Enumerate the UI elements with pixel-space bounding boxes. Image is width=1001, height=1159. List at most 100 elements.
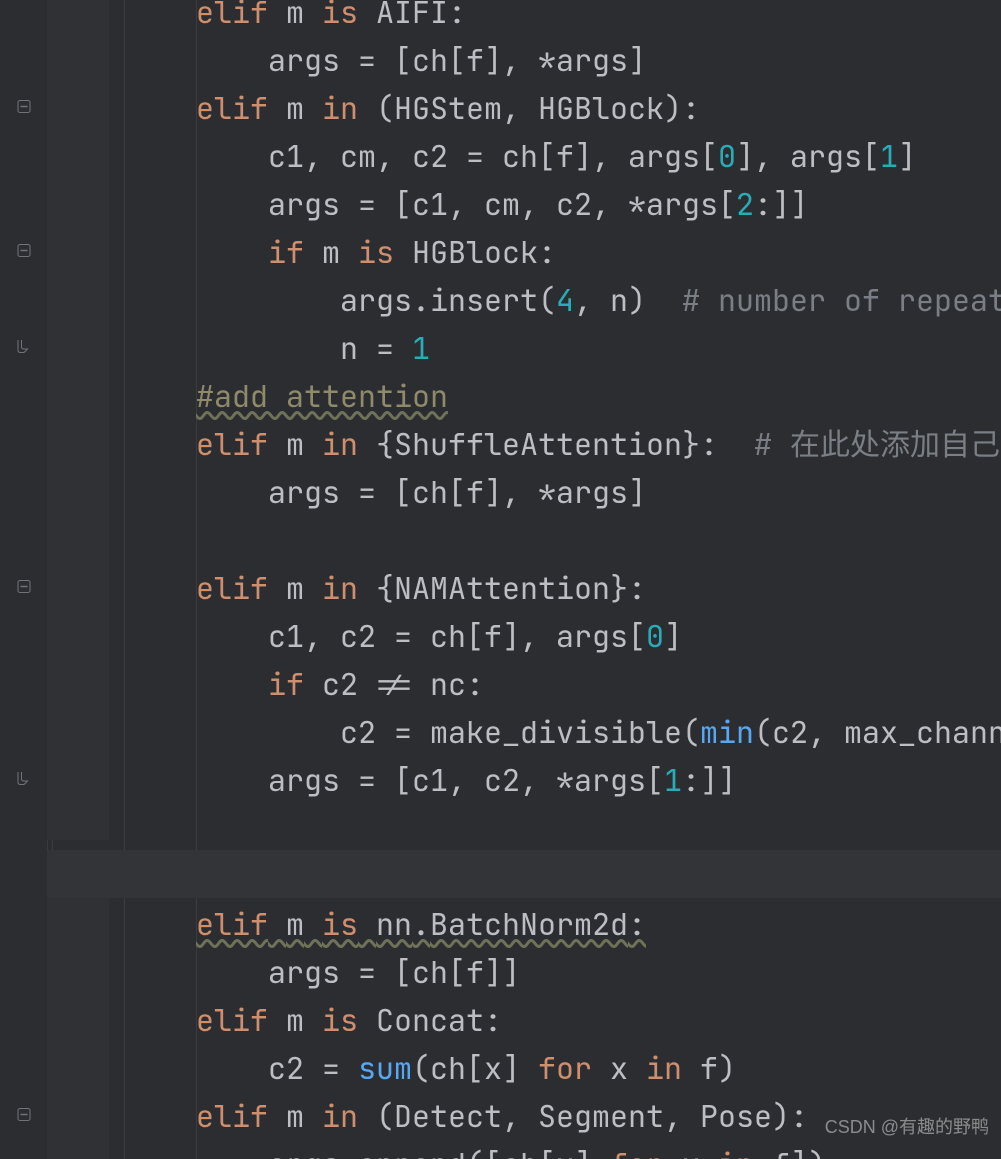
code-token: elif <box>196 904 268 944</box>
code-token: if <box>268 232 304 272</box>
code-line[interactable]: args = [c1, cm, c2, *args[2:]] <box>268 180 808 228</box>
code-line[interactable]: if c2 != nc: <box>268 660 484 708</box>
code-token: c2 <box>268 1048 304 1088</box>
code-line[interactable]: elif m is Concat: <box>196 996 502 1044</box>
code-token: m <box>286 88 304 128</box>
code-line[interactable]: if m is HGBlock: <box>268 228 556 276</box>
code-token: nn <box>376 904 412 944</box>
code-token: , <box>520 184 538 224</box>
code-token: : <box>538 232 556 272</box>
code-token <box>304 0 322 32</box>
code-token: f <box>466 472 484 512</box>
code-token: in <box>322 568 358 608</box>
fold-end-icon[interactable] <box>17 772 30 785</box>
code-token: c2 <box>556 184 592 224</box>
code-token: BatchNorm2d <box>430 904 628 944</box>
code-line[interactable]: args = [ch[f]] <box>268 948 520 996</box>
code-token <box>610 136 628 176</box>
code-token: , <box>808 712 826 752</box>
code-token <box>772 136 790 176</box>
code-token: : <box>466 664 484 704</box>
code-token <box>376 472 394 512</box>
code-token: = <box>466 136 484 176</box>
code-token: insert <box>430 280 538 320</box>
code-token <box>268 0 286 32</box>
code-token: elif <box>196 568 268 608</box>
code-line[interactable]: elif m in {NAMAttention}: <box>196 564 646 612</box>
code-token <box>646 280 682 320</box>
code-token: = <box>394 616 412 656</box>
code-token: . <box>412 280 430 320</box>
code-token: ( <box>538 280 556 320</box>
code-token <box>484 136 502 176</box>
code-token: = <box>358 40 376 80</box>
code-line[interactable]: args.append([ch[x] for x in f]) <box>268 1140 826 1159</box>
code-token: m <box>286 1096 304 1136</box>
code-line[interactable]: n = 1 <box>340 324 430 372</box>
code-line[interactable]: elif m in {ShuffleAttention}: # 在此处添加自己 <box>196 420 1000 468</box>
code-token: [ <box>718 184 736 224</box>
code-token: ] <box>574 136 592 176</box>
code-token <box>826 712 844 752</box>
code-line[interactable]: #add attention <box>196 372 448 420</box>
code-token: [ <box>862 136 880 176</box>
code-token: [ <box>394 472 412 512</box>
code-token: ) <box>772 1096 790 1136</box>
code-token: ch <box>412 472 448 512</box>
code-line[interactable]: elif m is AIFI: <box>196 0 466 36</box>
code-token <box>358 568 376 608</box>
code-line[interactable]: args = [ch[f], *args] <box>268 36 646 84</box>
code-line[interactable]: elif m in (Detect, Segment, Pose): <box>196 1092 808 1140</box>
fold-collapse-icon[interactable] <box>17 580 30 593</box>
code-token <box>322 616 340 656</box>
code-token: [ <box>646 760 664 800</box>
code-token: 1 <box>664 760 682 800</box>
fold-collapse-icon[interactable] <box>17 1108 30 1121</box>
code-token: f <box>466 40 484 80</box>
code-token <box>340 472 358 512</box>
code-token: args <box>628 136 700 176</box>
code-token <box>376 712 394 752</box>
code-token: max_chann <box>844 712 1001 752</box>
code-line[interactable]: c2 = sum(ch[x] for x in f) <box>268 1044 736 1092</box>
code-token: ch <box>502 136 538 176</box>
code-area[interactable]: elif m is AIFI:args = [ch[f], *args]elif… <box>48 0 1001 1159</box>
code-line[interactable]: args = [c1, c2, *args[1:]] <box>268 756 736 804</box>
code-token: ] <box>574 1144 592 1159</box>
code-token <box>412 616 430 656</box>
indent-guide <box>124 0 125 1159</box>
code-token: [ <box>394 760 412 800</box>
code-token: cm <box>340 136 376 176</box>
code-token: m <box>286 1000 304 1040</box>
fold-end-icon[interactable] <box>17 340 30 353</box>
code-token: args <box>268 952 340 992</box>
code-token: ch <box>430 1048 466 1088</box>
code-token: ) <box>664 88 682 128</box>
fold-collapse-icon[interactable] <box>17 244 30 257</box>
code-editor[interactable]: elif m is AIFI:args = [ch[f], *args]elif… <box>0 0 1001 1159</box>
gutter-shade <box>47 896 109 1159</box>
code-token: c1 <box>268 616 304 656</box>
code-token: * <box>538 40 556 80</box>
code-token: , <box>574 280 592 320</box>
code-line[interactable]: c1, c2 = ch[f], args[0] <box>268 612 682 660</box>
code-token <box>394 328 412 368</box>
code-line[interactable]: c1, cm, c2 = ch[f], args[0], args[1] <box>268 132 916 180</box>
fold-collapse-icon[interactable] <box>17 100 30 113</box>
code-token: args <box>340 280 412 320</box>
code-token: [ <box>628 616 646 656</box>
code-line[interactable]: c2 = make_divisible(min(c2, max_chann <box>340 708 1001 756</box>
code-token: m <box>286 904 304 944</box>
code-token: is <box>322 904 358 944</box>
code-token: in <box>322 424 358 464</box>
code-token <box>538 616 556 656</box>
code-line[interactable]: args.insert(4, n) # number of repeat <box>340 276 1001 324</box>
code-line[interactable]: elif m in (HGStem, HGBlock): <box>196 84 700 132</box>
code-token: ) <box>718 1048 736 1088</box>
code-token: ch <box>412 952 448 992</box>
gutter[interactable] <box>0 0 48 1159</box>
code-token: = <box>322 1048 340 1088</box>
code-line[interactable]: args = [ch[f], *args] <box>268 468 646 516</box>
code-line[interactable]: elif m is nn.BatchNorm2d: <box>196 900 646 948</box>
code-token: args <box>574 760 646 800</box>
